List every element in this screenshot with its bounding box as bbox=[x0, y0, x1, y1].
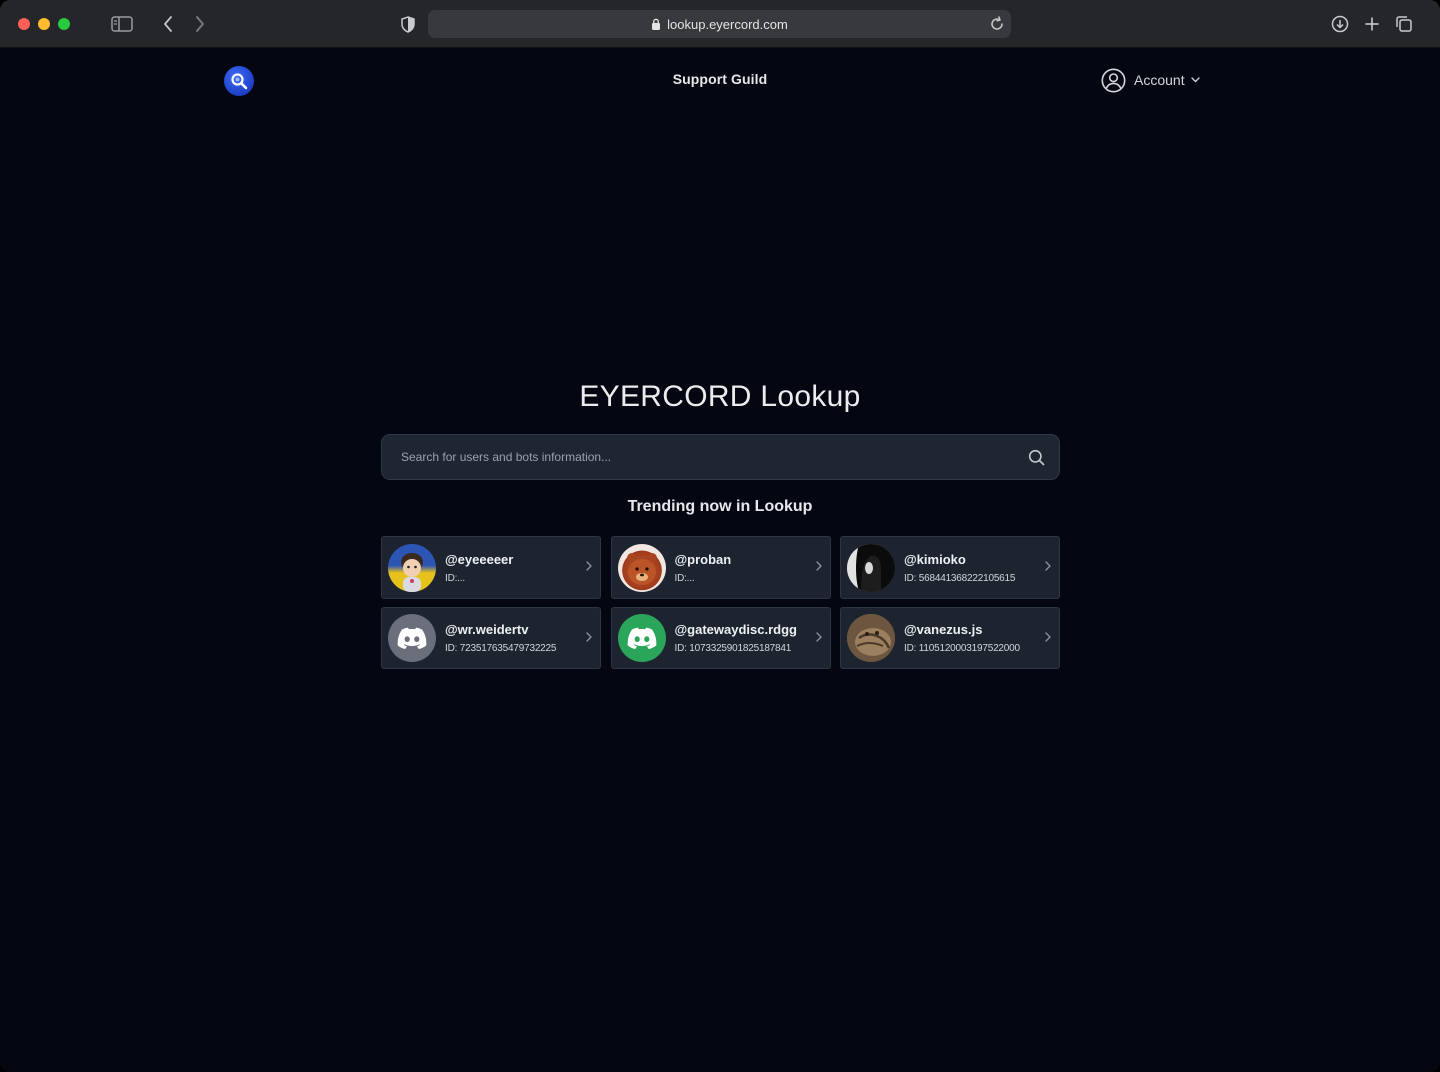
card-username: @proban bbox=[674, 551, 732, 567]
back-arrow-icon[interactable] bbox=[158, 12, 178, 36]
card-user-id: ID:... bbox=[674, 572, 695, 584]
card-info: @vanezus.js ID: 1105120003197522000 bbox=[904, 622, 1020, 654]
trending-user-card[interactable]: @kimioko ID: 568441368222105615 bbox=[840, 536, 1060, 599]
page-content: Support Guild Account EYERCORD Lookup Tr… bbox=[0, 48, 1440, 1072]
card-user-id: ID: 568441368222105615 bbox=[904, 572, 1016, 584]
card-user-id: ID: 1105120003197522000 bbox=[904, 643, 1020, 654]
card-username: @eyeeeeer bbox=[445, 551, 514, 567]
tab-overview-icon[interactable] bbox=[1392, 12, 1416, 36]
search-bar bbox=[381, 434, 1060, 480]
address-bar[interactable]: lookup.eyercord.com bbox=[428, 10, 1011, 38]
sidebar-toggle-icon[interactable] bbox=[110, 12, 134, 36]
card-info: @proban ID:... bbox=[675, 552, 732, 584]
new-tab-plus-icon[interactable] bbox=[1360, 12, 1384, 36]
card-info: @gatewaydisc.rdgg ID: 107332590182518784… bbox=[675, 622, 797, 654]
search-icon[interactable] bbox=[1013, 434, 1059, 480]
card-username: @vanezus.js bbox=[904, 622, 983, 637]
page-title: EYERCORD Lookup bbox=[579, 380, 861, 413]
chevron-right-icon bbox=[815, 632, 822, 642]
trending-user-card[interactable]: @vanezus.js ID: 1105120003197522000 bbox=[840, 607, 1060, 669]
chevron-right-icon bbox=[815, 561, 822, 571]
account-menu-button[interactable]: Account bbox=[1101, 67, 1200, 93]
trending-user-card[interactable]: @proban ID:... bbox=[610, 536, 831, 599]
support-guild-link[interactable]: Support Guild bbox=[673, 71, 768, 87]
account-label: Account bbox=[1134, 72, 1185, 88]
trending-user-card[interactable]: @eyeeeeer ID:... bbox=[381, 536, 601, 599]
chevron-right-icon bbox=[1045, 561, 1051, 571]
browser-toolbar: lookup.eyercord.com bbox=[0, 0, 1440, 48]
trending-user-card[interactable]: @wr.weidertv ID: 723517635479732225 bbox=[381, 607, 601, 669]
privacy-shield-icon[interactable] bbox=[398, 12, 418, 36]
chevron-right-icon bbox=[1045, 632, 1051, 642]
dark-portrait-avatar bbox=[847, 543, 895, 592]
discord-default-gray-avatar bbox=[388, 614, 436, 662]
card-user-id: ID: 1073325901825187841 bbox=[674, 643, 792, 654]
trending-user-card[interactable]: @gatewaydisc.rdgg ID: 107332590182518784… bbox=[610, 607, 831, 669]
nav-center: Support Guild bbox=[0, 71, 1440, 87]
minimize-window-button[interactable] bbox=[38, 18, 50, 30]
search-input[interactable] bbox=[382, 435, 1013, 479]
card-info: @wr.weidertv ID: 723517635479732225 bbox=[445, 622, 556, 654]
card-username: @wr.weidertv bbox=[445, 622, 529, 637]
lock-icon bbox=[651, 18, 661, 30]
chevron-right-icon bbox=[586, 561, 592, 571]
card-user-id: ID: 723517635479732225 bbox=[445, 643, 557, 654]
close-window-button[interactable] bbox=[18, 18, 30, 30]
chevron-down-icon bbox=[1190, 77, 1200, 83]
browser-window: lookup.eyercord.com Support Guild Accoun bbox=[0, 0, 1440, 1072]
zoom-window-button[interactable] bbox=[58, 18, 70, 30]
cartoon-avatar bbox=[388, 543, 436, 592]
card-info: @kimioko ID: 568441368222105615 bbox=[904, 552, 1015, 584]
url-text: lookup.eyercord.com bbox=[667, 16, 788, 32]
trending-list: @eyeeeeer ID:... @proban ID:... @kimioko… bbox=[381, 536, 1060, 669]
discord-default-green-avatar bbox=[617, 614, 666, 662]
user-circle-icon bbox=[1101, 68, 1126, 93]
trending-heading: Trending now in Lookup bbox=[627, 498, 813, 515]
bear-avatar bbox=[617, 543, 666, 592]
reload-icon[interactable] bbox=[989, 16, 1005, 32]
download-icon[interactable] bbox=[1328, 12, 1352, 36]
forward-arrow-icon[interactable] bbox=[190, 12, 210, 36]
card-info: @eyeeeeer ID:... bbox=[445, 552, 513, 584]
card-username: @kimioko bbox=[904, 551, 966, 567]
cat-photo-avatar bbox=[847, 614, 895, 662]
card-user-id: ID:... bbox=[445, 572, 465, 584]
chevron-right-icon bbox=[586, 632, 592, 642]
card-username: @gatewaydisc.rdgg bbox=[674, 622, 797, 637]
